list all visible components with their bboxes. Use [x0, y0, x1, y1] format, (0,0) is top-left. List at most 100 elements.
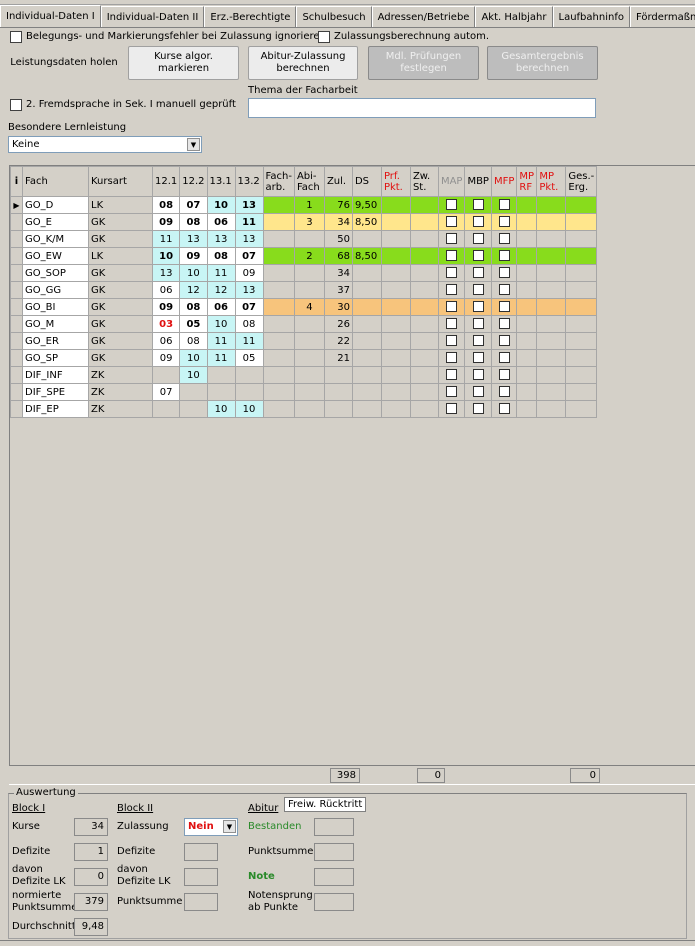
- mbp-checkbox-cell[interactable]: [464, 281, 492, 299]
- col-header-7[interactable]: Fach-arb.: [262, 166, 295, 197]
- map-checkbox-cell[interactable]: [437, 213, 466, 231]
- mp-rf-cell[interactable]: [516, 315, 538, 333]
- mfp-checkbox[interactable]: [498, 250, 510, 262]
- mp-pkt-cell[interactable]: [536, 281, 567, 299]
- tab-5[interactable]: Akt. Halbjahr: [475, 6, 553, 27]
- grade-cell[interactable]: [151, 366, 181, 384]
- mbp-checkbox[interactable]: [472, 250, 484, 262]
- mbp-checkbox[interactable]: [472, 284, 484, 296]
- abi-fach-cell[interactable]: 2: [293, 247, 325, 265]
- grade-cell[interactable]: 11: [151, 230, 181, 248]
- grade-cell[interactable]: 10: [179, 349, 208, 367]
- second-lang-checkbox[interactable]: [10, 99, 22, 111]
- grade-cell[interactable]: 06: [206, 298, 236, 316]
- table-row[interactable]: DIF_SPE ZK 07: [10, 383, 598, 401]
- abi-fach-cell[interactable]: [293, 383, 325, 401]
- kursart-cell[interactable]: ZK: [88, 400, 153, 418]
- ignore-errors-checkbox[interactable]: [10, 31, 22, 43]
- tab-6[interactable]: Laufbahninfo: [552, 6, 630, 27]
- map-checkbox-cell[interactable]: [437, 196, 466, 214]
- mfp-checkbox[interactable]: [498, 284, 510, 296]
- mbp-checkbox[interactable]: [472, 233, 484, 245]
- grade-cell[interactable]: 11: [206, 264, 236, 282]
- table-row[interactable]: GO_BI GK 09 08 06 07 4 30: [10, 298, 598, 316]
- mfp-checkbox-cell[interactable]: [490, 400, 518, 418]
- mfp-checkbox-cell[interactable]: [490, 298, 518, 316]
- mp-rf-cell[interactable]: [516, 247, 538, 265]
- facharbeit-cell[interactable]: [262, 213, 295, 231]
- grade-cell[interactable]: [206, 383, 236, 401]
- grade-cell[interactable]: 13: [179, 230, 208, 248]
- table-row[interactable]: DIF_INF ZK 10: [10, 366, 598, 384]
- mfp-checkbox-cell[interactable]: [490, 213, 518, 231]
- col-header-6[interactable]: 13.2: [234, 166, 264, 197]
- map-checkbox[interactable]: [446, 386, 458, 398]
- grade-cell[interactable]: [234, 383, 264, 401]
- calc-admission-button[interactable]: Abitur-Zulassung berechnen: [248, 46, 358, 80]
- grade-cell[interactable]: 06: [151, 332, 181, 350]
- map-checkbox[interactable]: [446, 369, 458, 381]
- grade-cell[interactable]: 08: [179, 332, 208, 350]
- facharbeit-cell[interactable]: [262, 349, 295, 367]
- map-checkbox-cell[interactable]: [437, 315, 466, 333]
- mbp-checkbox-cell[interactable]: [464, 264, 492, 282]
- mfp-checkbox[interactable]: [498, 352, 510, 364]
- grade-cell[interactable]: [206, 366, 236, 384]
- col-header-4[interactable]: 12.2: [179, 166, 208, 197]
- fach-cell[interactable]: DIF_EP: [22, 400, 89, 418]
- mp-pkt-cell[interactable]: [536, 400, 567, 418]
- prf-pkt-cell[interactable]: [380, 383, 411, 401]
- mbp-checkbox[interactable]: [472, 267, 484, 279]
- kursart-cell[interactable]: ZK: [88, 383, 153, 401]
- grade-cell[interactable]: 07: [179, 196, 208, 214]
- mfp-checkbox[interactable]: [498, 267, 510, 279]
- table-row[interactable]: GO_ER GK 06 08 11 11 22: [10, 332, 598, 350]
- kursart-cell[interactable]: LK: [88, 247, 153, 265]
- table-row[interactable]: GO_SP GK 09 10 11 05 21: [10, 349, 598, 367]
- grade-cell[interactable]: 13: [151, 264, 181, 282]
- mfp-checkbox[interactable]: [498, 318, 510, 330]
- mp-rf-cell[interactable]: [516, 213, 538, 231]
- table-row[interactable]: GO_SOP GK 13 10 11 09 34: [10, 264, 598, 282]
- mp-pkt-cell[interactable]: [536, 247, 567, 265]
- tab-0[interactable]: Individual-Daten I: [0, 5, 101, 27]
- mbp-checkbox-cell[interactable]: [464, 196, 492, 214]
- grade-cell[interactable]: 05: [234, 349, 264, 367]
- facharbeit-cell[interactable]: [262, 298, 295, 316]
- fach-cell[interactable]: GO_BI: [22, 298, 89, 316]
- table-row[interactable]: GO_E GK 09 08 06 11 3 34 8,50: [10, 213, 598, 231]
- mp-rf-cell[interactable]: [516, 196, 538, 214]
- map-checkbox-cell[interactable]: [437, 298, 466, 316]
- fach-cell[interactable]: GO_EW: [22, 247, 89, 265]
- grade-cell[interactable]: 10: [234, 400, 264, 418]
- prf-pkt-cell[interactable]: [380, 366, 411, 384]
- grade-cell[interactable]: 03: [151, 315, 181, 333]
- grade-cell[interactable]: 08: [234, 315, 264, 333]
- col-header-13[interactable]: MAP: [437, 166, 466, 197]
- fetch-data-button[interactable]: Leistungsdaten holen: [8, 46, 120, 80]
- map-checkbox-cell[interactable]: [437, 366, 466, 384]
- fach-cell[interactable]: GO_SOP: [22, 264, 89, 282]
- mfp-checkbox[interactable]: [498, 369, 510, 381]
- map-checkbox[interactable]: [446, 318, 458, 330]
- mbp-checkbox[interactable]: [472, 301, 484, 313]
- mp-rf-cell[interactable]: [516, 349, 538, 367]
- mbp-checkbox-cell[interactable]: [464, 332, 492, 350]
- map-checkbox[interactable]: [446, 199, 458, 211]
- mp-pkt-cell[interactable]: [536, 213, 567, 231]
- mp-rf-cell[interactable]: [516, 230, 538, 248]
- mbp-checkbox[interactable]: [472, 369, 484, 381]
- abi-fach-cell[interactable]: 3: [293, 213, 325, 231]
- kursart-cell[interactable]: GK: [88, 315, 153, 333]
- mbp-checkbox-cell[interactable]: [464, 366, 492, 384]
- map-checkbox-cell[interactable]: [437, 281, 466, 299]
- mbp-checkbox-cell[interactable]: [464, 247, 492, 265]
- kursart-cell[interactable]: GK: [88, 332, 153, 350]
- grade-cell[interactable]: 08: [206, 247, 236, 265]
- prf-pkt-cell[interactable]: [380, 400, 411, 418]
- kursart-cell[interactable]: GK: [88, 230, 153, 248]
- grade-cell[interactable]: 09: [151, 213, 181, 231]
- facharbeit-cell[interactable]: [262, 281, 295, 299]
- grade-cell[interactable]: 07: [151, 383, 181, 401]
- grade-cell[interactable]: 10: [206, 400, 236, 418]
